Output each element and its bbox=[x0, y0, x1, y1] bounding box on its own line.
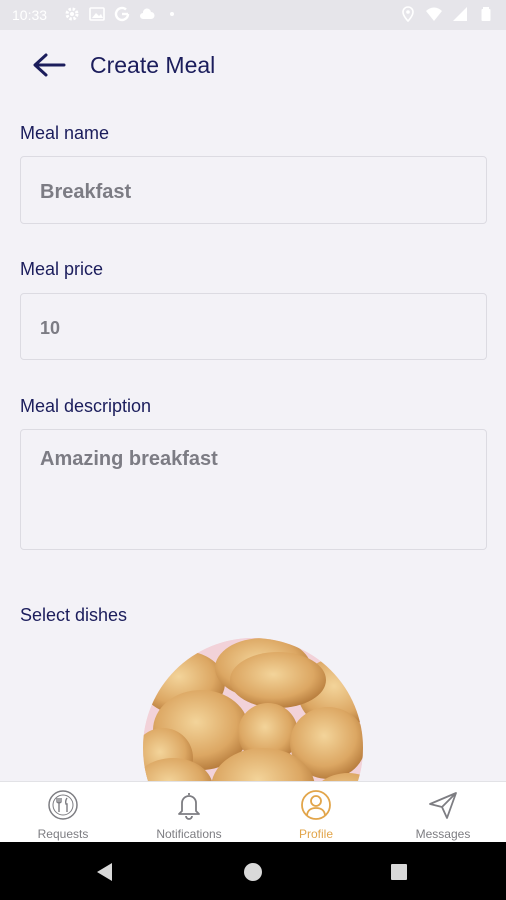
back-button[interactable] bbox=[28, 50, 68, 80]
gear-icon bbox=[65, 7, 79, 21]
image-icon bbox=[89, 7, 105, 21]
send-icon bbox=[429, 792, 457, 819]
system-nav-bar bbox=[0, 842, 506, 900]
meal-name-label: Meal name bbox=[20, 123, 110, 143]
status-time: 10:33 bbox=[12, 7, 48, 23]
wifi-icon bbox=[426, 7, 442, 21]
bell-icon bbox=[178, 793, 200, 820]
signal-icon bbox=[453, 7, 467, 21]
location-icon bbox=[402, 6, 414, 22]
nav-profile[interactable]: Profile bbox=[253, 782, 379, 843]
nav-notifications[interactable]: Notifications bbox=[126, 782, 252, 843]
home-circle-icon[interactable] bbox=[242, 861, 264, 883]
meal-description-input[interactable]: Amazing breakfast bbox=[20, 429, 487, 550]
nav-notifications-label: Notifications bbox=[156, 827, 222, 841]
nav-messages-label: Messages bbox=[415, 827, 471, 841]
bottom-nav: Requests Notifications Profile Messages bbox=[0, 781, 506, 842]
status-bar: 10:33 bbox=[0, 0, 506, 30]
arrow-left-icon bbox=[33, 53, 66, 77]
nav-profile-label: Profile bbox=[298, 827, 333, 841]
select-dishes-label: Select dishes bbox=[20, 605, 128, 625]
utensils-icon bbox=[48, 790, 78, 820]
google-icon bbox=[114, 6, 130, 22]
dot-icon bbox=[170, 12, 174, 16]
meal-price-value: 10 bbox=[40, 318, 61, 338]
meal-description-value: Amazing breakfast bbox=[40, 448, 218, 470]
nav-requests-label: Requests bbox=[37, 827, 89, 841]
meal-description-label: Meal description bbox=[20, 396, 152, 416]
meal-price-label: Meal price bbox=[20, 259, 104, 279]
meal-price-input[interactable]: 10 bbox=[20, 293, 487, 360]
cloud-icon bbox=[140, 8, 155, 19]
nav-requests[interactable]: Requests bbox=[0, 782, 126, 843]
recents-square-icon[interactable] bbox=[388, 861, 410, 883]
meal-name-input[interactable]: Breakfast bbox=[20, 156, 487, 224]
page-title: Create Meal bbox=[90, 52, 216, 78]
back-triangle-icon[interactable] bbox=[94, 861, 116, 883]
app-header: Create Meal bbox=[0, 30, 506, 100]
nav-messages[interactable]: Messages bbox=[380, 782, 506, 843]
user-icon bbox=[301, 790, 331, 820]
battery-icon bbox=[481, 7, 491, 21]
meal-name-value: Breakfast bbox=[40, 181, 132, 203]
